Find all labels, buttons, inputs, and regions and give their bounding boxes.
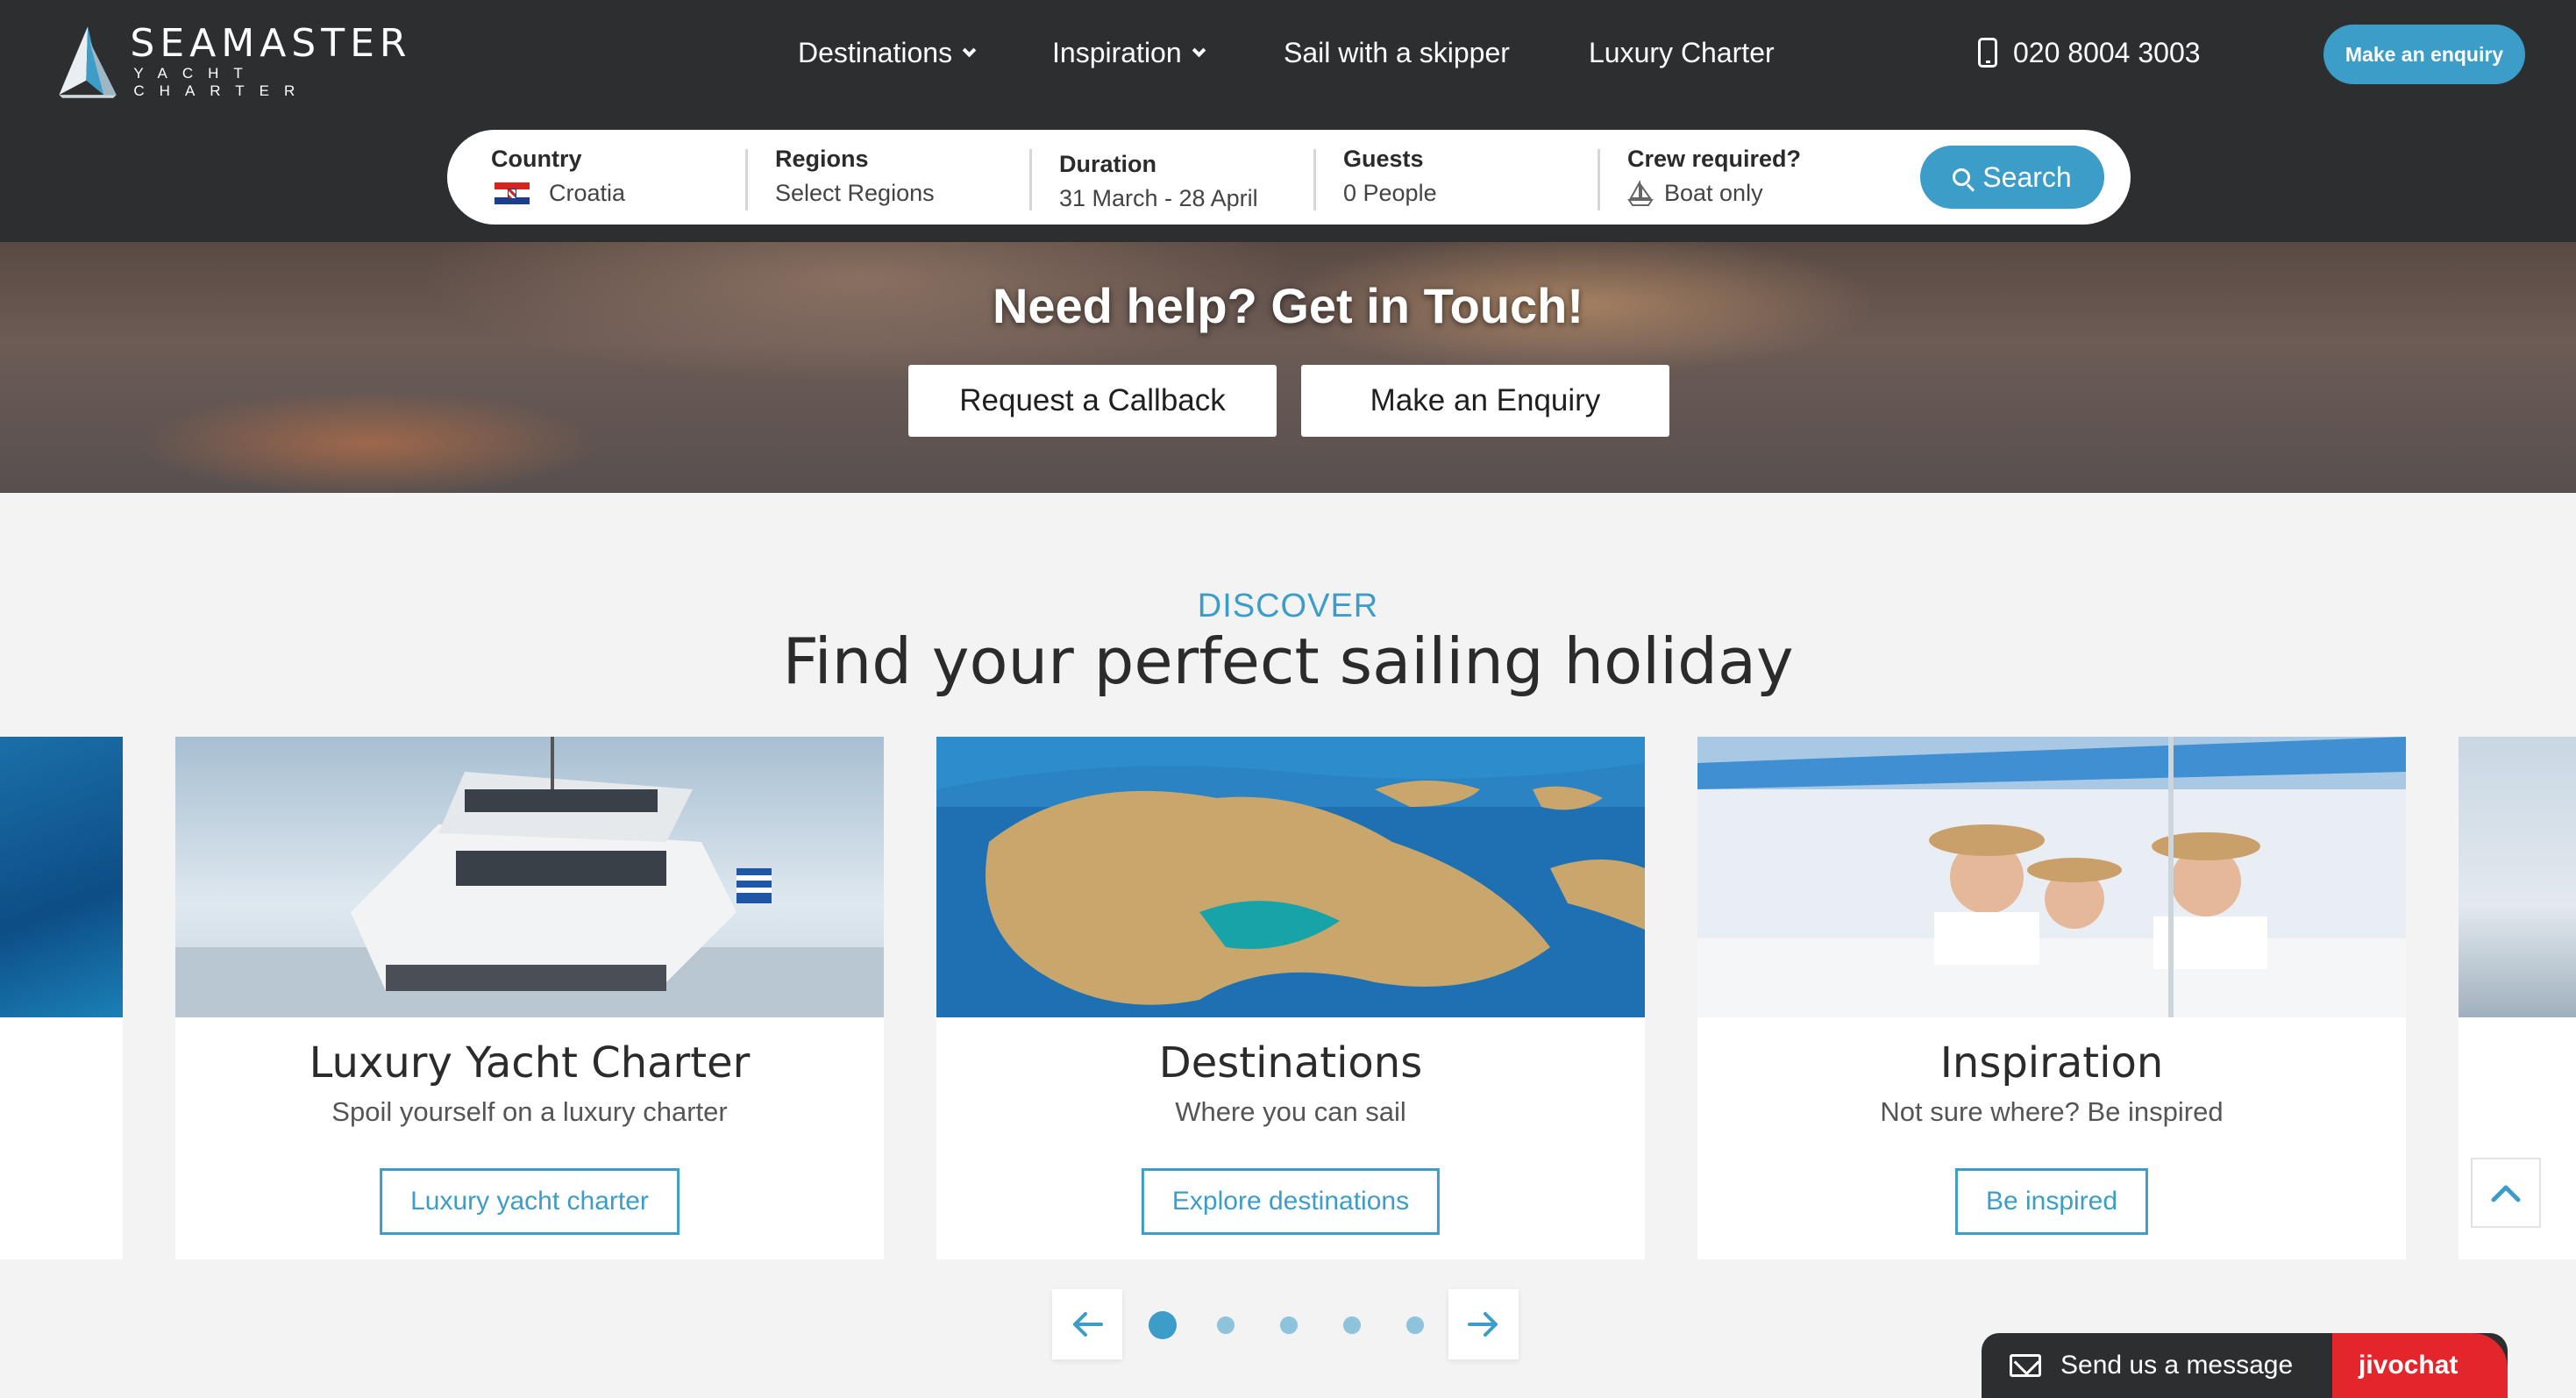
card-subtitle: Spoil yourself on a luxury charter: [331, 1096, 728, 1127]
duration-field[interactable]: Duration 31 March - 28 April: [1015, 146, 1305, 219]
nav-sail-with-skipper-label: Sail with a skipper: [1284, 36, 1510, 68]
scroll-to-top-button[interactable]: [2471, 1158, 2541, 1228]
mail-icon: [2010, 1354, 2041, 1377]
logo[interactable]: SEAMASTER YACHT CHARTER: [54, 21, 423, 102]
search-bar: Country Croatia Regions Select Regions D…: [447, 130, 2131, 225]
regions-field[interactable]: Regions Select Regions: [731, 140, 1012, 214]
chat-brand: jivochat: [2332, 1333, 2508, 1398]
site-header: SEAMASTER YACHT CHARTER Destinations Ins…: [0, 0, 2576, 242]
croatia-flag-icon: [495, 182, 530, 205]
carousel-prev-button[interactable]: [1052, 1289, 1122, 1359]
hero-banner: Need help? Get in Touch! Request a Callb…: [0, 242, 2576, 493]
carousel-dot-2[interactable]: [1217, 1316, 1235, 1334]
card-subtitle: Where you can sail: [1175, 1096, 1406, 1127]
search-icon: [1953, 168, 1971, 186]
nav-luxury-charter-label: Luxury Charter: [1589, 36, 1775, 68]
country-value: Croatia: [549, 180, 626, 206]
phone-icon: [1978, 38, 1997, 68]
card-inspiration: Inspiration Not sure where? Be inspired …: [1697, 737, 2406, 1259]
nav-destinations-label: Destinations: [798, 36, 953, 68]
carousel-next-button[interactable]: [1448, 1289, 1519, 1359]
country-label: Country: [491, 146, 582, 172]
card-image: [1697, 737, 2406, 1017]
regions-value: Select Regions: [775, 180, 935, 206]
partial-card-left[interactable]: [0, 737, 123, 1259]
hero-title: Need help? Get in Touch!: [992, 278, 1584, 333]
duration-label: Duration: [1059, 151, 1156, 177]
card-subtitle: Not sure where? Be inspired: [1880, 1096, 2224, 1127]
carousel-dot-5[interactable]: [1406, 1316, 1424, 1334]
search-button-label: Search: [1982, 160, 2072, 193]
crew-value: Boat only: [1664, 180, 1763, 206]
nav-inspiration[interactable]: Inspiration: [1052, 33, 1206, 72]
section-heading: Find your perfect sailing holiday: [782, 624, 1794, 698]
card-image: [175, 737, 884, 1017]
crew-field[interactable]: Crew required? Boat only: [1583, 140, 1899, 214]
boat-icon: [1627, 180, 1654, 206]
card-image: [2459, 737, 2576, 1017]
guests-field[interactable]: Guests 0 People: [1299, 140, 1580, 214]
phone-number: 020 8004 3003: [2013, 36, 2201, 68]
chat-widget[interactable]: Send us a message jivochat: [1982, 1333, 2508, 1398]
guests-value: 0 People: [1343, 180, 1437, 206]
card-title: Destinations: [1158, 1038, 1423, 1088]
duration-value: 31 March - 28 April: [1059, 185, 1258, 211]
carousel-dot-4[interactable]: [1343, 1316, 1361, 1334]
section-kicker: DISCOVER: [1197, 588, 1379, 624]
request-callback-button[interactable]: Request a Callback: [908, 365, 1277, 437]
arrow-left-icon: [1073, 1312, 1103, 1337]
regions-label: Regions: [775, 146, 869, 172]
nav-destinations[interactable]: Destinations: [798, 33, 977, 72]
make-enquiry-button[interactable]: Make an enquiry: [2323, 25, 2525, 84]
search-button[interactable]: Search: [1920, 146, 2104, 209]
be-inspired-button[interactable]: Be inspired: [1954, 1168, 2149, 1235]
logo-title: SEAMASTER: [130, 21, 412, 66]
nav-luxury-charter[interactable]: Luxury Charter: [1589, 33, 1775, 72]
nav-inspiration-label: Inspiration: [1052, 36, 1182, 68]
carousel-dot-1[interactable]: [1149, 1311, 1177, 1339]
explore-destinations-button[interactable]: Explore destinations: [1141, 1168, 1441, 1235]
card-title: Luxury Yacht Charter: [309, 1038, 751, 1088]
chat-message-label: Send us a message: [2060, 1351, 2294, 1380]
logo-sail-icon: [59, 26, 117, 98]
nav-sail-with-skipper[interactable]: Sail with a skipper: [1284, 33, 1510, 72]
carousel-dot-3[interactable]: [1280, 1316, 1298, 1334]
phone-link[interactable]: 020 8004 3003: [1978, 33, 2201, 72]
crew-label: Crew required?: [1627, 146, 1802, 172]
chevron-down-icon: [962, 43, 977, 57]
chevron-up-icon: [2491, 1185, 2521, 1202]
guests-label: Guests: [1343, 146, 1424, 172]
luxury-yacht-charter-button[interactable]: Luxury yacht charter: [380, 1168, 680, 1235]
card-luxury-yacht-charter: Luxury Yacht Charter Spoil yourself on a…: [175, 737, 884, 1259]
chevron-down-icon: [1192, 43, 1206, 57]
country-field[interactable]: Country Croatia: [447, 140, 728, 214]
make-enquiry-hero-button[interactable]: Make an Enquiry: [1301, 365, 1669, 437]
card-destinations: Destinations Where you can sail Explore …: [936, 737, 1645, 1259]
arrow-right-icon: [1468, 1312, 1498, 1337]
card-image: [936, 737, 1645, 1017]
logo-subtitle: YACHT CHARTER: [133, 65, 310, 99]
card-image: [0, 737, 123, 1017]
card-title: Inspiration: [1939, 1038, 2164, 1088]
